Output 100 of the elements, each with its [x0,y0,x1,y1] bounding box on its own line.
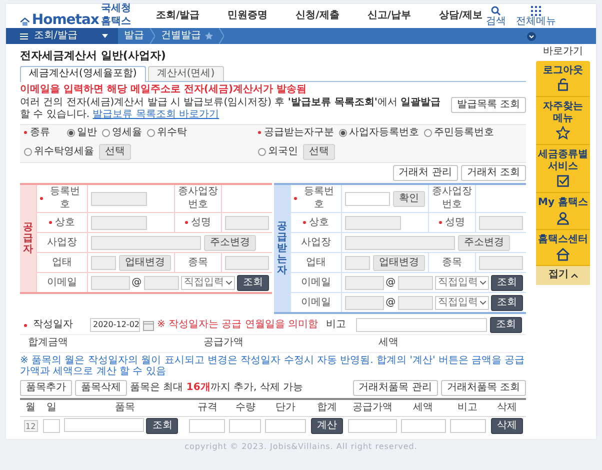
partner-item-button[interactable]: 거래처품목 관리 [352,380,438,396]
nav-link[interactable]: 신고/납부 [367,10,411,22]
domain-select[interactable]: 직접입력 [435,276,489,290]
field-label: 종목 [188,256,208,269]
search-button[interactable]: 검색 [486,6,506,26]
lookup-button[interactable]: 조회 [490,317,522,334]
input-field[interactable] [345,216,401,230]
field-label: 종목 [442,256,462,269]
input-field[interactable] [400,419,446,434]
input-field[interactable] [348,419,397,434]
calculate-button[interactable]: 계산 [310,418,343,434]
breadcrumb-item[interactable]: 건별발급 [161,30,201,42]
field-label: 공급가액 [202,337,244,350]
section-title: 공급받는자 [277,221,287,276]
input-field[interactable] [64,418,144,432]
sidebar-item[interactable]: 자주찾는 메뉴 [536,97,590,145]
lookup-button[interactable]: 조회 [146,418,178,434]
input-field[interactable] [345,192,390,206]
column-header: 삭제 [496,402,517,413]
input-field[interactable] [91,192,147,206]
input-field[interactable] [398,296,433,310]
input-field[interactable] [356,318,487,332]
tab[interactable]: 계산서(면세) [148,66,224,82]
radio-button[interactable] [147,129,155,137]
input-field[interactable] [91,276,130,290]
business-change-button[interactable]: 업태변경 [119,254,171,271]
column-header: 수량 [235,402,256,413]
sidebar-item[interactable]: 로그아웃 [536,60,590,97]
input-field[interactable] [345,296,384,310]
item-button[interactable]: 품목삭제 [75,380,127,396]
sidebar-item[interactable]: My 홈택스 [536,193,590,230]
input-field[interactable] [91,256,116,270]
select-button[interactable]: 선택 [99,144,131,160]
address-change-button[interactable]: 주소변경 [204,234,256,251]
input-field[interactable] [225,256,269,270]
logo-subtitle: 국세청홈택스 [100,3,132,28]
radio-button[interactable] [424,129,432,137]
input-field[interactable] [91,236,201,250]
field-label: 종사업장번호 [178,186,218,212]
input-field[interactable] [345,256,370,270]
radio-button[interactable] [102,129,110,137]
column-header: 단가 [276,402,296,413]
radio-button[interactable] [258,148,266,156]
field-label: 이메일 [47,276,77,289]
input-field[interactable] [144,276,179,290]
delete-button[interactable]: 삭제 [490,418,523,434]
lookup-button[interactable]: 조회 [491,294,523,311]
shortcut-link[interactable]: 발급보류 목록조회 바로가기 [92,109,220,120]
sidebar-item[interactable]: 세금종류별 서비스 [536,145,590,193]
chevron-icon [150,28,155,44]
input-field[interactable] [479,216,523,230]
input-field[interactable] [450,419,486,434]
column-header: 품목 [114,402,135,413]
date-field[interactable]: 2020-12-02 [90,318,140,332]
calendar-icon[interactable] [143,320,154,331]
date-note: ※ 작성일자는 공급 연월일을 의미함 [157,319,318,332]
item-button[interactable]: 품목추가 [20,380,72,396]
nav-link[interactable]: 신청/제출 [296,10,340,22]
logo-text[interactable]: Hometax [32,12,99,29]
star-icon[interactable] [205,32,213,40]
house-icon [556,247,570,261]
lock-icon [556,78,570,92]
input-field[interactable] [265,419,306,434]
partner-button[interactable]: 거래처 조회 [460,165,526,182]
domain-select[interactable]: 직접입력 [181,276,235,290]
lookup-button[interactable]: 조회 [491,274,523,291]
collapse-button[interactable]: 접기 [536,266,590,284]
email-notice: 이메일을 입력하면 해당 메일주소로 전자(세금)계산서가 발송됨 [20,84,308,97]
radio-button[interactable] [24,148,32,156]
expand-icon[interactable] [527,32,536,40]
issued-list-button[interactable]: 발급목록 조회 [450,96,526,113]
partner-button[interactable]: 거래처 관리 [392,165,458,182]
confirm-button[interactable]: 확인 [393,190,425,207]
select-button[interactable]: 선택 [303,144,336,160]
input-field[interactable] [189,419,226,434]
input-field[interactable] [345,236,455,250]
nav-link[interactable]: 상담/제보 [438,10,483,22]
menu-icon[interactable] [20,32,28,40]
input-field[interactable] [229,419,262,434]
lookup-button[interactable]: 조회 [237,274,269,291]
tab[interactable]: 세금계산서(영세율포함) [20,66,146,82]
nav-link[interactable]: 조회/발급 [156,10,200,22]
at-sign: @ [132,276,142,289]
month-field[interactable]: 12 [24,420,38,432]
input-field[interactable] [345,276,384,290]
input-field[interactable] [398,276,433,290]
input-field[interactable] [43,419,60,434]
all-menu-button[interactable]: 전체메뉴 [516,6,556,26]
partner-item-button[interactable]: 거래처품목 조회 [440,380,526,396]
breadcrumb-item[interactable]: 발급 [124,30,144,42]
radio-button[interactable] [339,129,348,137]
input-field[interactable] [91,216,147,230]
radio-button[interactable] [67,129,75,137]
address-change-button[interactable]: 주소변경 [458,234,510,251]
nav-link[interactable]: 민원증명 [228,10,268,22]
business-change-button[interactable]: 업태변경 [373,254,425,271]
input-field[interactable] [479,256,523,270]
domain-select[interactable]: 직접입력 [435,296,489,310]
field-label: 업태 [306,256,326,269]
input-field[interactable] [225,216,269,230]
